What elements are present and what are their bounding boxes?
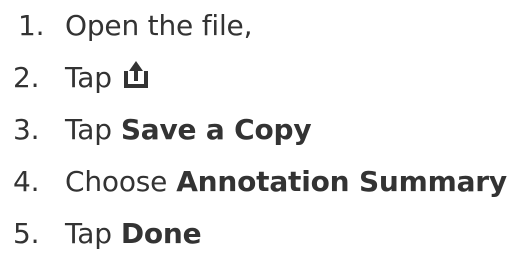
step-1: 1. Open the file, — [13, 0, 507, 52]
step-number: 4. — [13, 164, 40, 198]
step-2: 2. Tap — [13, 52, 507, 104]
share-upload-icon — [121, 60, 151, 90]
step-5: 5. Tap Done — [13, 207, 507, 259]
step-text: Choose — [65, 164, 168, 198]
step-text: Tap — [65, 112, 112, 146]
step-emphasis: Save a Copy — [120, 112, 312, 146]
step-emphasis: Done — [120, 216, 202, 250]
step-number: 5. — [13, 216, 40, 250]
step-number: 3. — [13, 112, 40, 146]
step-text: Tap — [65, 216, 112, 250]
instructions-list: 1. Open the file, 2. Tap 3. Tap Save a C… — [13, 0, 507, 259]
step-number: 1. — [18, 9, 45, 43]
step-emphasis: Annotation Summary — [176, 164, 507, 198]
step-number: 2. — [13, 61, 40, 95]
step-3: 3. Tap Save a Copy — [13, 104, 507, 156]
step-text: Open the file, — [65, 9, 253, 43]
step-4: 4. Choose Annotation Summary — [13, 155, 507, 207]
step-text: Tap — [65, 61, 112, 95]
